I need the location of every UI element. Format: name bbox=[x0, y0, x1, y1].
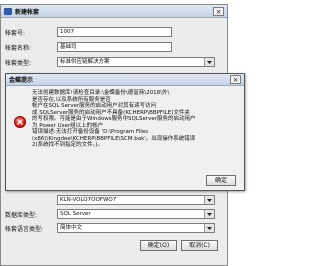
new-account-set-titlebar: 新建帐套 × bbox=[1, 5, 227, 18]
error-message-line: 2(系统找不到指定的文件。)。 bbox=[32, 142, 104, 148]
account-name-label: 帐套名称: bbox=[5, 44, 32, 52]
error-dialog: 金蝶提示 × 无法创建数据库!请检查目录:\金蝶备份\德富商\2018\外\ 是… bbox=[5, 73, 245, 191]
error-dialog-title: 金蝶提示 bbox=[9, 77, 34, 84]
language-type-select[interactable]: 简体中文 bbox=[57, 223, 215, 233]
account-type-value: 标准供应链解决方案 bbox=[60, 59, 110, 65]
database-type-label: 数据库类型: bbox=[5, 211, 38, 219]
chevron-down-icon[interactable] bbox=[204, 210, 214, 218]
chevron-down-icon[interactable] bbox=[204, 224, 214, 232]
app-icon bbox=[4, 7, 12, 15]
account-type-label: 帐套类型: bbox=[5, 59, 32, 67]
error-dialog-body: 无法创建数据库!请检查目录:\金蝶备份\德富商\2018\外\ 是否存在,以及系… bbox=[6, 86, 244, 191]
account-number-input[interactable]: 1007 bbox=[57, 27, 172, 37]
language-type-value: 简体中文 bbox=[60, 225, 83, 231]
form-row-account-type: 帐套类型: 标准供应链解决方案 bbox=[5, 57, 215, 67]
form-row-account-name: 帐套名称: 基础司 bbox=[5, 42, 172, 52]
error-dialog-titlebar: 金蝶提示 × bbox=[6, 74, 244, 86]
error-dialog-ok-button[interactable]: 确定 bbox=[206, 175, 236, 186]
error-icon bbox=[14, 116, 26, 128]
account-name-input[interactable]: 基础司 bbox=[57, 42, 172, 52]
ok-button[interactable]: 确定(O) bbox=[140, 240, 177, 251]
error-dialog-close-button[interactable]: × bbox=[230, 75, 241, 84]
chevron-down-icon[interactable] bbox=[204, 196, 214, 204]
database-server-select[interactable]: KLN-VOLO7OOFWO7 bbox=[57, 195, 215, 205]
account-type-select[interactable]: 标准供应链解决方案 bbox=[57, 57, 215, 67]
error-message-line: 的写权限。可能是由于Windows服务中SQLServer服务的启动用户 bbox=[32, 116, 196, 122]
database-type-value: SQL Server bbox=[60, 211, 91, 217]
window-button-row: 确定(O) 取消(C) bbox=[140, 240, 218, 251]
form-row-database-server: KLN-VOLO7OOFWO7 bbox=[5, 195, 215, 205]
form-row-database-type: 数据库类型: SQL Server bbox=[5, 209, 215, 219]
cancel-button[interactable]: 取消(C) bbox=[181, 240, 218, 251]
database-server-value: KLN-VOLO7OOFWO7 bbox=[60, 197, 117, 203]
error-message: 无法创建数据库!请检查目录:\金蝶备份\德富商\2018\外\ 是否存在,以及系… bbox=[32, 90, 217, 149]
form-row-language-type: 帐套语言类型: 简体中文 bbox=[5, 223, 215, 233]
account-number-label: 帐套号: bbox=[5, 29, 26, 37]
window-title: 新建帐套 bbox=[15, 8, 40, 16]
database-type-select[interactable]: SQL Server bbox=[57, 209, 215, 219]
close-button[interactable]: × bbox=[213, 6, 224, 16]
language-type-label: 帐套语言类型: bbox=[5, 225, 44, 233]
chevron-down-icon[interactable] bbox=[204, 58, 214, 66]
form-row-account-number: 帐套号: 1007 bbox=[5, 27, 172, 37]
